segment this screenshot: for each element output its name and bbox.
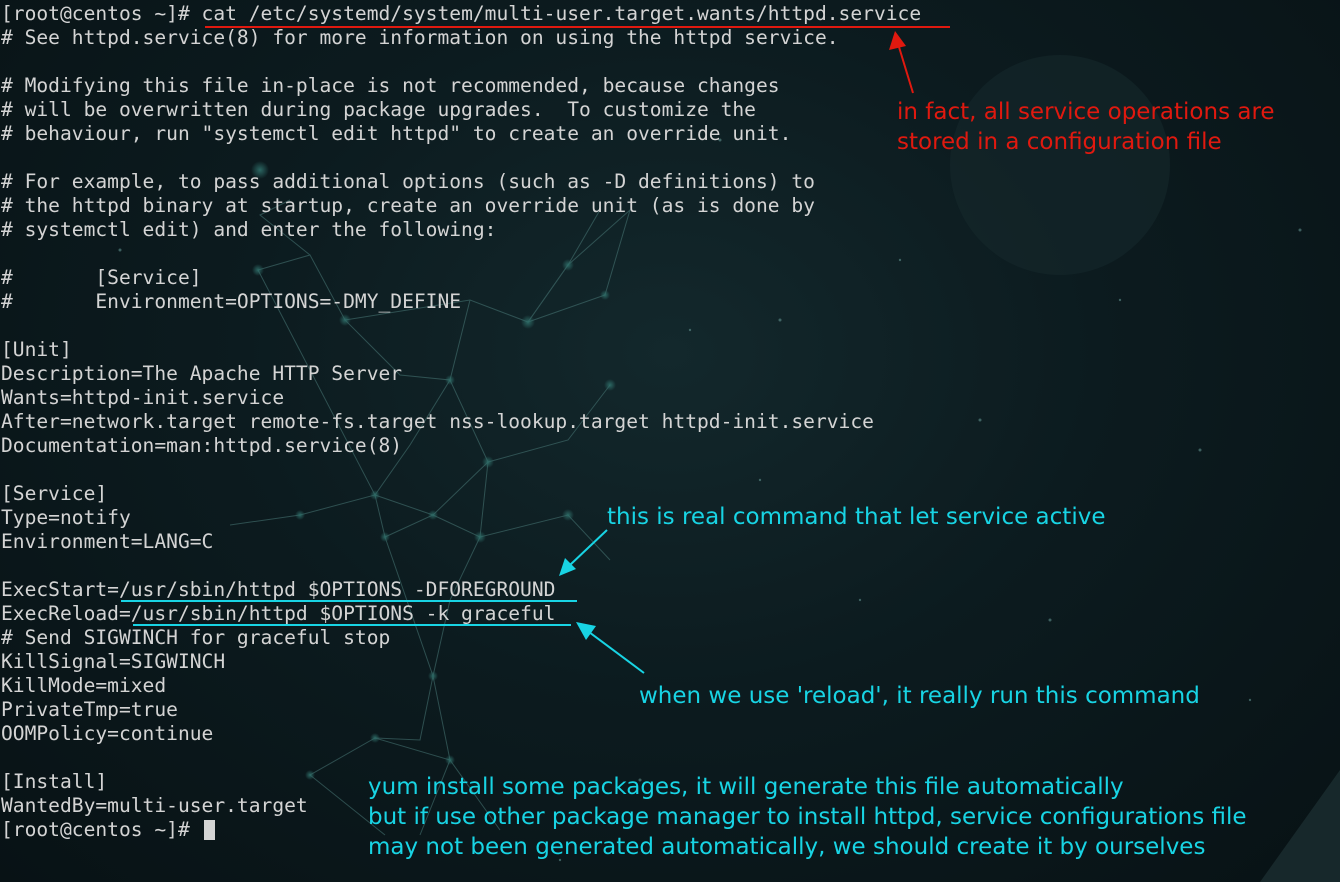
shell-prompt: [root@centos ~]# bbox=[1, 2, 202, 25]
shell-prompt: [root@centos ~]# bbox=[1, 818, 202, 841]
output-line: KillSignal=SIGWINCH bbox=[1, 650, 226, 673]
output-line: # Modifying this file in-place is not re… bbox=[1, 74, 780, 97]
exec-reload-note-line: when we use 'reload', it really run this… bbox=[639, 683, 1200, 709]
exec-start-note-line: this is real command that let service ac… bbox=[607, 504, 1106, 530]
output-line: # systemctl edit) and enter the followin… bbox=[1, 218, 497, 241]
install-note: yum install some packages, it will gener… bbox=[368, 772, 1247, 862]
command-line: [root@centos ~]# cat /etc/systemd/system… bbox=[1, 2, 921, 26]
exec-reload-note: when we use 'reload', it really run this… bbox=[639, 681, 1200, 711]
output-line: ExecReload=/usr/sbin/httpd $OPTIONS -k g… bbox=[1, 602, 556, 625]
output-line: # Environment=OPTIONS=-DMY_DEFINE bbox=[1, 290, 462, 313]
output-line: # For example, to pass additional option… bbox=[1, 170, 815, 193]
output-line: Description=The Apache HTTP Server bbox=[1, 362, 403, 385]
install-note-line: may not been generated automatically, we… bbox=[368, 834, 1206, 860]
output-line: After=network.target remote-fs.target ns… bbox=[1, 410, 874, 433]
output-line: OOMPolicy=continue bbox=[1, 722, 214, 745]
install-note-line: yum install some packages, it will gener… bbox=[368, 774, 1124, 800]
config-file-note-line: stored in a configuration file bbox=[897, 129, 1222, 155]
text-cursor bbox=[203, 820, 215, 840]
output-line: Documentation=man:httpd.service(8) bbox=[1, 434, 403, 457]
config-file-note: in fact, all service operations are stor… bbox=[897, 97, 1275, 157]
command-text: cat /etc/systemd/system/multi-user.targe… bbox=[201, 2, 922, 25]
exec-start-note: this is real command that let service ac… bbox=[607, 502, 1105, 532]
output-line: # See httpd.service(8) for more informat… bbox=[1, 26, 839, 49]
output-line: Environment=LANG=C bbox=[1, 530, 214, 553]
output-line: # behaviour, run "systemctl edit httpd" … bbox=[1, 122, 792, 145]
install-note-line: but if use other package manager to inst… bbox=[368, 804, 1247, 830]
output-line: # [Service] bbox=[1, 266, 202, 289]
terminal-output: [root@centos ~]# cat /etc/systemd/system… bbox=[1, 2, 921, 842]
output-line: # the httpd binary at startup, create an… bbox=[1, 194, 815, 217]
output-line: ExecStart=/usr/sbin/httpd $OPTIONS -DFOR… bbox=[1, 578, 556, 601]
config-file-note-line: in fact, all service operations are bbox=[897, 99, 1275, 125]
output-line: # Send SIGWINCH for graceful stop bbox=[1, 626, 391, 649]
output-line: # will be overwritten during package upg… bbox=[1, 98, 756, 121]
output-line: [Unit] bbox=[1, 338, 72, 361]
output-line: Wants=httpd-init.service bbox=[1, 386, 285, 409]
